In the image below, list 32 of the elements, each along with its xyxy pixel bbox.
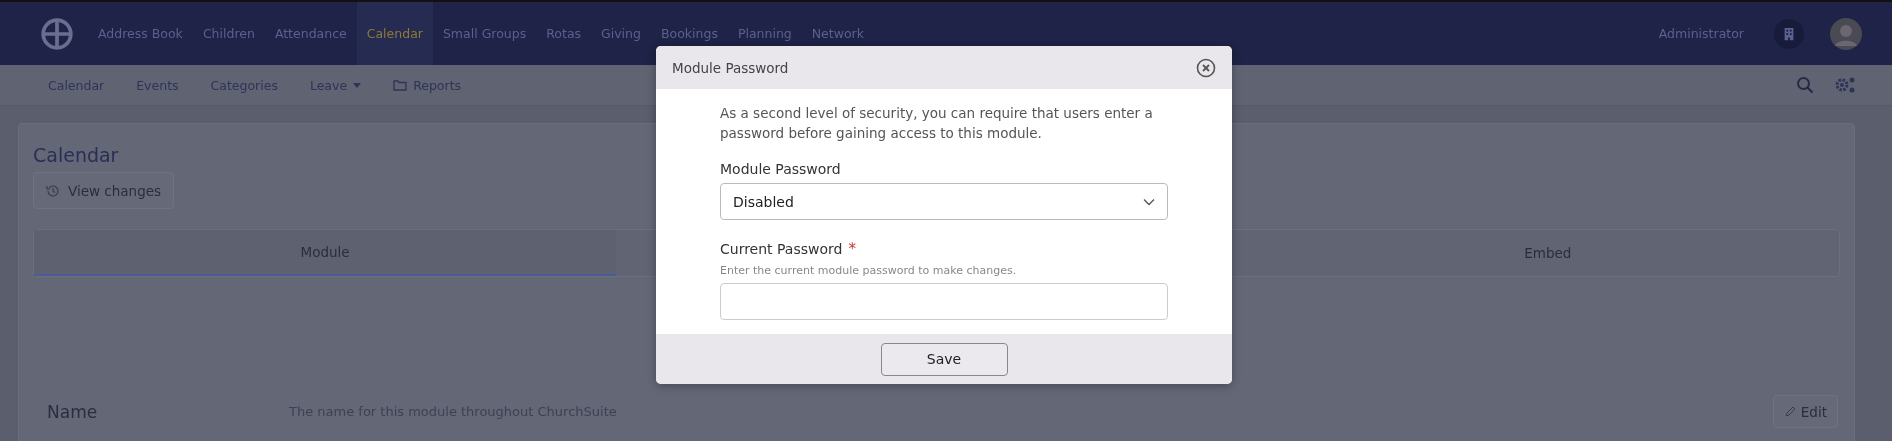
intro-text: As a second level of security, you can require that users enter a password before gaining access to this module.: [720, 104, 1154, 143]
nav-item[interactable]: Attendance: [264, 2, 357, 65]
required-marker: *: [848, 240, 856, 258]
view-changes-button[interactable]: View changes: [33, 172, 175, 209]
module-password-select[interactable]: Disabled: [720, 183, 1168, 220]
user-name[interactable]: Administrator: [1658, 26, 1744, 41]
history-icon: [46, 183, 60, 198]
nav-item[interactable]: Rotas: [536, 2, 592, 65]
nav-item[interactable]: Children: [192, 2, 265, 65]
modal-title: Module Password: [672, 59, 789, 76]
field-label: Current Password: [720, 241, 843, 257]
help-text: Enter the current module password to make changes.: [720, 264, 1018, 277]
avatar[interactable]: [1830, 17, 1862, 50]
logo-icon[interactable]: [40, 16, 74, 51]
nav-item[interactable]: Calendar: [356, 2, 433, 65]
caret-icon: [353, 82, 362, 88]
pencil-icon: [1783, 405, 1796, 418]
page-title: Calendar: [33, 144, 119, 166]
folder-icon: [393, 79, 408, 91]
nav-item[interactable]: Small Groups: [432, 2, 537, 65]
chevron-icon: [1143, 197, 1155, 206]
close-icon[interactable]: [1196, 57, 1216, 78]
edit-button[interactable]: Edit: [1772, 395, 1838, 428]
settings-icon[interactable]: [1834, 76, 1856, 94]
building-icon[interactable]: [1774, 18, 1804, 49]
password-field[interactable]: [720, 283, 1168, 320]
search-icon[interactable]: [1796, 76, 1814, 94]
nav-item[interactable]: Address Book: [88, 2, 193, 65]
field-label: Module Password: [720, 161, 842, 177]
save-button[interactable]: Save: [880, 342, 1008, 376]
setting-label: Name: [47, 401, 99, 422]
nav-item[interactable]: Giving: [591, 2, 651, 65]
